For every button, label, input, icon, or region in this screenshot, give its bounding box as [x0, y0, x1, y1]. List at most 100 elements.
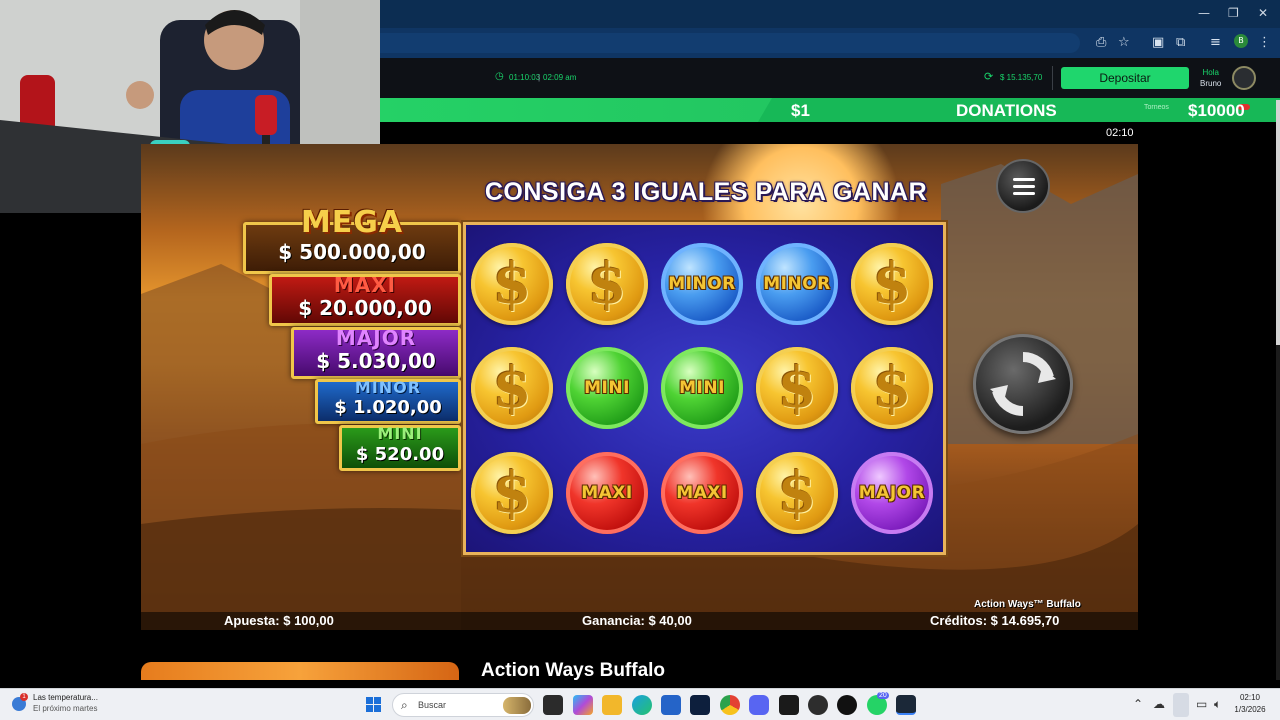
session-time: 01:10:03	[509, 73, 541, 82]
browser-title-bar: — ❐ ✕	[380, 0, 1280, 28]
symbol-label: $	[777, 355, 817, 421]
jackpot-name: MEGA	[300, 205, 404, 240]
store-icon[interactable]	[661, 695, 681, 715]
reel-symbol-gold: $	[471, 452, 553, 534]
jackpot-name: MINI	[377, 424, 423, 443]
reel-symbol-gold: $	[566, 243, 648, 325]
start-button[interactable]	[366, 697, 382, 713]
clock-date: 1/3/2026	[1234, 705, 1266, 714]
refresh-balance-icon[interactable]: ⟳	[984, 70, 993, 83]
weather-title: Las temperatura...	[33, 693, 98, 702]
puzzle-icon[interactable]: ⧉	[1176, 35, 1185, 50]
symbol-label: $	[492, 355, 532, 421]
clock-time: 02:09 am	[543, 73, 577, 82]
donations-title: DONATIONS	[956, 101, 1057, 120]
reel-grid: $ $ MINOR MINOR $ $ MINI MINI $ $ $ MAXI MAXI $ MAJOR	[463, 222, 946, 555]
user-greeting[interactable]: Hola Bruno	[1200, 67, 1221, 89]
taskbar-search[interactable]: ⌕ Buscar	[392, 693, 534, 717]
donation-goal: $10000	[1188, 101, 1245, 120]
reel-symbol-blue: MINOR	[661, 243, 743, 325]
weather-widget[interactable]: 1 Las temperatura... El próximo martes	[10, 693, 120, 717]
profile-avatar[interactable]: B	[1234, 34, 1248, 48]
jackpot-major: MAJOR $ 5.030,00	[291, 326, 461, 379]
symbol-label: $	[872, 251, 912, 317]
reel-symbol-gold: $	[756, 347, 838, 429]
reel-symbol-gold: $	[471, 243, 553, 325]
discord-icon[interactable]	[749, 695, 769, 715]
reel-symbol-gold: $	[851, 347, 933, 429]
symbol-label: $	[492, 251, 532, 317]
page-scrollbar-thumb[interactable]	[1276, 100, 1280, 345]
weather-badge: 1	[20, 693, 28, 701]
more-menu-icon[interactable]: ⋮	[1258, 35, 1271, 50]
minimize-button[interactable]: —	[1198, 6, 1210, 20]
photoshop-icon[interactable]	[690, 695, 710, 715]
timer-icon: ◷	[495, 71, 504, 82]
jackpot-value: $ 520.00	[355, 444, 445, 465]
game-page-title: Action Ways Buffalo	[481, 660, 666, 681]
game-thumbnail[interactable]	[141, 662, 459, 680]
stream-clock-bar: 02:10	[380, 122, 1280, 144]
copilot-icon[interactable]	[573, 695, 593, 715]
network-icon[interactable]: ▭	[1196, 697, 1207, 711]
refresh-icon	[990, 352, 1056, 416]
bookmark-star-icon[interactable]: ☆	[1118, 35, 1130, 50]
reel-symbol-gold: $	[471, 347, 553, 429]
file-explorer-icon[interactable]	[602, 695, 622, 715]
address-bar[interactable]	[380, 33, 1080, 53]
edge-icon[interactable]	[632, 695, 652, 715]
show-hidden-icons-icon[interactable]: ⌃	[1133, 697, 1143, 711]
jackpot-mini: MINI $ 520.00	[339, 424, 461, 471]
user-avatar[interactable]	[1232, 66, 1256, 90]
onedrive-icon[interactable]: ☁	[1153, 697, 1165, 711]
deposit-button[interactable]: Depositar	[1061, 67, 1189, 89]
jackpot-value: $ 20.000,00	[298, 296, 432, 320]
symbol-label: MAXI	[581, 483, 633, 503]
chrome-icon[interactable]	[720, 695, 740, 715]
tab-search-icon[interactable]: ≡	[1210, 35, 1221, 50]
symbol-label: MINOR	[668, 274, 736, 294]
slot-game[interactable]: CONSIGA 3 IGUALES PARA GANAR MEGA $ 500.…	[141, 144, 1138, 630]
reel-symbol-gold: $	[756, 452, 838, 534]
jackpot-name: MINOR	[354, 378, 422, 397]
jackpot-maxi: MAXI $ 20.000,00	[269, 273, 461, 326]
close-button[interactable]: ✕	[1258, 6, 1268, 20]
spin-button[interactable]	[973, 334, 1073, 434]
jackpot-value: $ 1.020,00	[334, 397, 442, 418]
site-header: ◷ 01:10:03 | 02:09 am ⟳ $ 15.135,70 Depo…	[380, 58, 1280, 98]
task-view-icon[interactable]	[543, 695, 563, 715]
volume-icon[interactable]: 🔈︎	[1214, 697, 1221, 712]
maximize-button[interactable]: ❐	[1228, 6, 1239, 20]
extension-icon[interactable]: ▣	[1152, 35, 1164, 50]
symbol-label: MAJOR	[858, 483, 926, 503]
jackpot-mega: MEGA $ 500.000,00	[243, 205, 461, 274]
app-icon[interactable]	[779, 695, 799, 715]
greeting-label: Hola	[1202, 68, 1219, 77]
credits-amount: Créditos: $ 14.695,70	[930, 613, 1060, 628]
taskbar-clock[interactable]: 02:10 1/3/2026	[1230, 692, 1270, 716]
game-headline: CONSIGA 3 IGUALES PARA GANAR	[484, 178, 928, 206]
game-menu-button[interactable]	[996, 159, 1050, 213]
jackpot-minor: MINOR $ 1.020,00	[315, 378, 461, 424]
donations-ticker: $1 DONATIONS Torneos $10000	[380, 98, 1280, 122]
app-icon-2[interactable]	[837, 695, 857, 715]
obs-icon[interactable]	[808, 695, 828, 715]
symbol-label: $	[872, 355, 912, 421]
reel-symbol-green: MINI	[661, 347, 743, 429]
reel-symbol-purple: MAJOR	[851, 452, 933, 534]
donation-min: $1	[791, 101, 810, 120]
jackpot-value: $ 5.030,00	[316, 349, 436, 373]
symbol-label: $	[587, 251, 627, 317]
win-amount: Ganancia: $ 40,00	[582, 613, 692, 628]
clock-time: 02:10	[1239, 693, 1261, 702]
game-name: Action Ways™ Buffalo	[974, 599, 1081, 610]
install-app-icon[interactable]: ⎙	[1096, 35, 1106, 50]
browser-toolbar: ⎙ ☆ ▣ ⧉ ≡ B ⋮	[380, 28, 1280, 58]
steam-icon[interactable]	[896, 695, 916, 715]
torneos-label: Torneos	[1144, 104, 1169, 111]
reel-symbol-blue: MINOR	[756, 243, 838, 325]
symbol-label: MINI	[679, 378, 725, 398]
taskbar: 1 Las temperatura... El próximo martes ⌕…	[0, 688, 1280, 720]
microphone-icon[interactable]	[1173, 693, 1189, 717]
weather-subtitle: El próximo martes	[33, 704, 98, 713]
